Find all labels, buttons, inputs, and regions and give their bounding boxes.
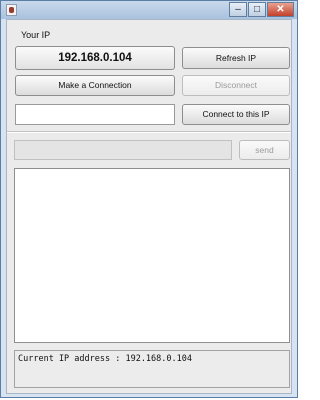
close-button[interactable]: ✕ xyxy=(267,2,294,17)
window-controls: – □ ✕ xyxy=(228,2,294,17)
main-panel: Your IP 192.168.0.104 Refresh IP Make a … xyxy=(6,19,292,394)
separator xyxy=(7,131,291,133)
message-input xyxy=(14,140,232,160)
ip-input[interactable] xyxy=(15,104,175,125)
your-ip-label: Your IP xyxy=(21,30,51,40)
disconnect-button: Disconnect xyxy=(182,75,290,96)
connect-to-ip-button[interactable]: Connect to this IP xyxy=(182,104,290,125)
status-area: Current IP address : 192.168.0.104 xyxy=(14,350,290,388)
ip-display: 192.168.0.104 xyxy=(15,46,175,70)
make-connection-button[interactable]: Make a Connection xyxy=(15,75,175,96)
refresh-ip-button[interactable]: Refresh IP xyxy=(182,47,290,69)
send-button: send xyxy=(239,140,290,160)
minimize-button[interactable]: – xyxy=(229,2,247,17)
app-window: – □ ✕ Your IP 192.168.0.104 Refresh IP M… xyxy=(0,0,298,398)
title-bar[interactable]: – □ ✕ xyxy=(1,1,297,19)
maximize-button[interactable]: □ xyxy=(248,2,266,17)
chat-area[interactable] xyxy=(14,168,290,343)
java-app-icon xyxy=(6,4,17,16)
